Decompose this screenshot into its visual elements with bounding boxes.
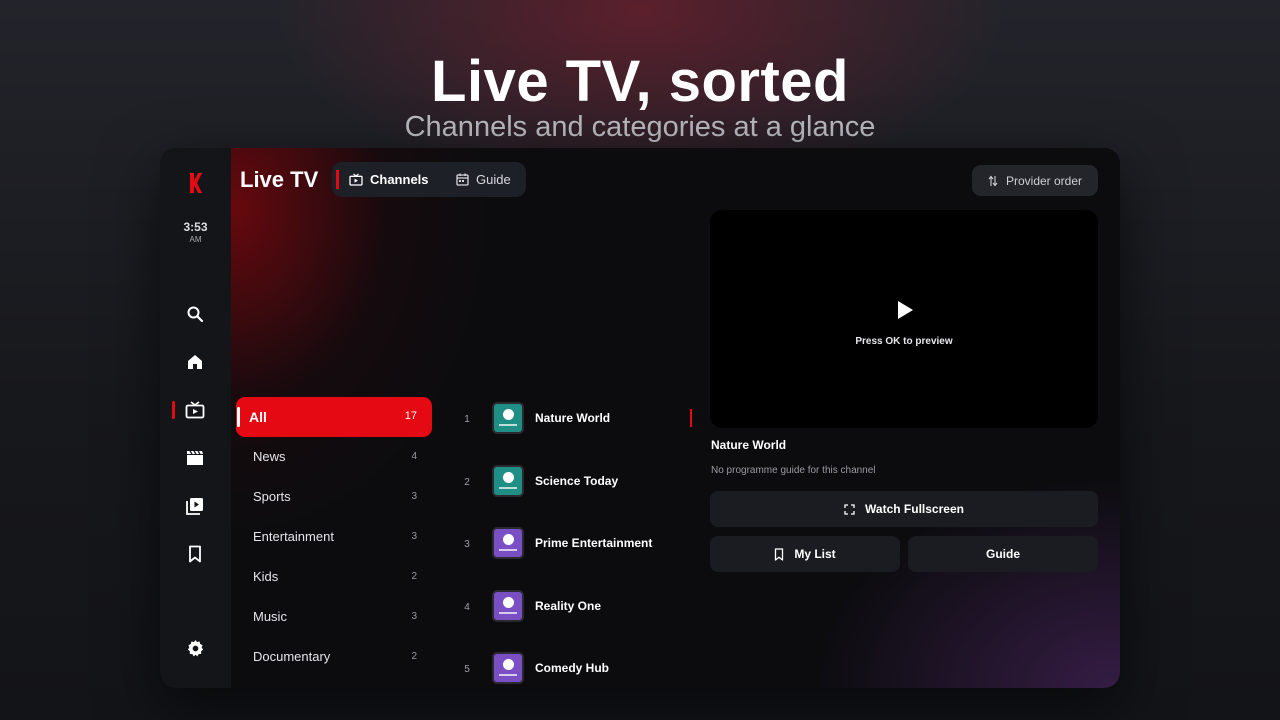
category-kids[interactable]: Kids 2 [236,557,432,597]
category-label: All [249,409,267,425]
channel-number: 2 [464,477,470,488]
calendar-icon [456,173,469,186]
play-icon [896,300,914,325]
channel-name: Reality One [535,599,602,613]
channel-row[interactable]: 5 Comedy Hub [451,650,691,688]
channel-logo [492,652,524,684]
title-divider [336,170,339,189]
sort-icon [988,175,998,187]
tv-icon [349,173,363,186]
category-count: 2 [411,651,417,662]
category-count: 3 [411,491,417,502]
settings-icon[interactable] [183,636,207,660]
search-icon[interactable] [183,302,207,326]
channel-row[interactable]: 3 Prime Entertainment [451,525,691,565]
channel-name: Prime Entertainment [535,536,653,550]
channel-row[interactable]: 2 Science Today [451,463,691,503]
category-count: 2 [411,571,417,582]
clock-ampm: AM [189,235,202,244]
series-icon[interactable] [183,494,207,518]
category-documentary[interactable]: Documentary 2 [236,637,432,677]
preview-player[interactable]: Press OK to preview [710,210,1098,428]
category-sports[interactable]: Sports 3 [236,477,432,517]
channel-number: 3 [464,539,470,550]
category-news[interactable]: News 4 [236,437,432,477]
clock: 3:53 AM [160,220,231,244]
page-title: Live TV [240,167,319,192]
guide-button[interactable]: Guide [908,536,1098,572]
channel-name: Science Today [535,474,619,488]
my-list-label: My List [794,547,836,561]
category-entertainment[interactable]: Entertainment 3 [236,517,432,557]
category-all[interactable]: All 17 [236,397,432,437]
category-count: 3 [411,531,417,542]
category-count: 17 [404,410,417,422]
category-label: News [253,449,286,464]
category-count: 4 [411,451,417,462]
channel-selected-indicator [690,409,692,427]
tv-app-window: 3:53 AM Live TV Channels Guide Provider … [160,148,1120,688]
category-label: Documentary [253,649,331,664]
main-content: Live TV Channels Guide Provider order Al… [231,148,1120,688]
channel-row[interactable]: 4 Reality One [451,588,691,628]
fullscreen-icon [844,503,855,515]
my-list-button[interactable]: My List [710,536,900,572]
home-icon[interactable] [183,350,207,374]
tab-channels[interactable]: Channels [349,162,429,197]
channel-row[interactable]: 1 Nature World [451,400,691,440]
hero-title: Live TV, sorted [431,49,849,114]
watch-fullscreen-button[interactable]: Watch Fullscreen [710,491,1098,527]
category-music[interactable]: Music 3 [236,597,432,637]
channel-name: Comedy Hub [535,661,610,675]
channel-logo [492,590,524,622]
category-count: 3 [411,611,417,622]
channel-logo [492,402,524,434]
category-label: Music [253,609,287,624]
hero-subtitle: Channels and categories at a glance [404,111,876,143]
app-logo [160,172,231,199]
channel-number: 4 [464,602,470,613]
movies-icon[interactable] [183,446,207,470]
bookmark-icon [774,547,784,561]
watch-fullscreen-label: Watch Fullscreen [865,502,964,516]
category-label: Entertainment [253,529,334,544]
channel-logo [492,527,524,559]
provider-order-label: Provider order [1005,173,1083,188]
provider-order-button[interactable]: Provider order [972,165,1098,196]
category-label: Sports [253,489,291,504]
rail-active-indicator [172,401,175,419]
view-tabs: Channels Guide [332,162,526,197]
guide-label: Guide [985,547,1020,561]
selected-channel-name: Nature World [711,438,787,452]
channel-logo [492,465,524,497]
live-tv-icon[interactable] [183,398,207,422]
clock-time: 3:53 [183,220,208,234]
tab-channels-label: Channels [370,172,429,187]
tab-guide[interactable]: Guide [456,162,511,197]
channel-number: 5 [464,664,470,675]
channel-name: Nature World [535,411,611,425]
tab-guide-label: Guide [476,172,511,187]
preview-hint: Press OK to preview [855,336,953,347]
bookmark-icon[interactable] [183,542,207,566]
category-label: Kids [253,569,279,584]
nav-rail: 3:53 AM [160,148,231,688]
programme-info: No programme guide for this channel [711,465,876,476]
channel-number: 1 [464,414,470,425]
